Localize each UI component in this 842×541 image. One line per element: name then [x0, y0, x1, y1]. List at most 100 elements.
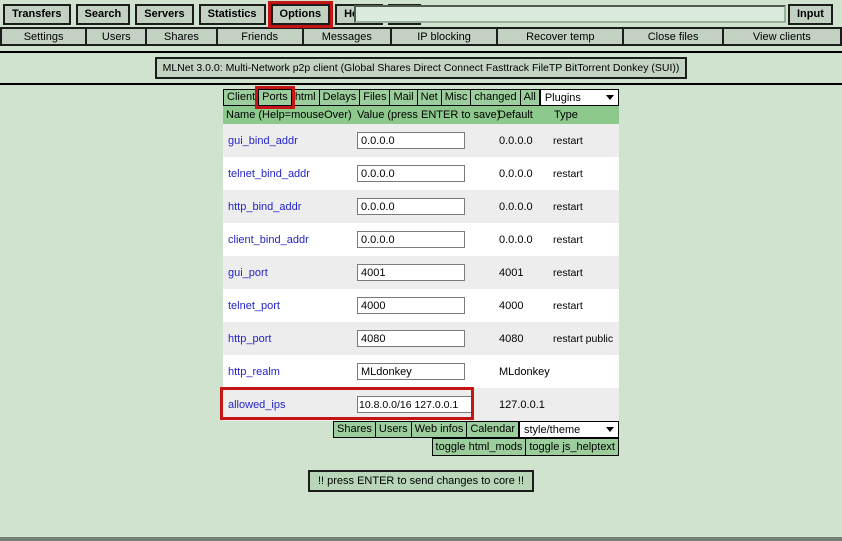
option-default-value: 4080	[495, 333, 551, 345]
toolbar: Settings Users Shares Friends Messages I…	[0, 27, 842, 46]
table-row: telnet_port 4000 restart	[223, 289, 619, 322]
press-enter-notice: !! press ENTER to send changes to core !…	[308, 470, 534, 492]
title-band: MLNet 3.0.0: Multi-Network p2p client (G…	[0, 53, 842, 83]
options-tab[interactable]: Client	[223, 89, 259, 106]
option-value-cell	[354, 396, 495, 413]
option-value-cell	[354, 264, 495, 281]
option-type: restart	[551, 300, 619, 312]
options-tab[interactable]: Delays	[319, 89, 361, 106]
divider	[0, 83, 842, 85]
option-value-input[interactable]	[357, 330, 465, 347]
option-name-link[interactable]: telnet_port	[223, 300, 354, 312]
option-name-link[interactable]: telnet_bind_addr	[223, 168, 354, 180]
toolbar-button[interactable]: Settings	[0, 27, 87, 46]
chevron-down-icon	[606, 427, 614, 432]
option-value-input[interactable]	[357, 198, 465, 215]
option-default-value: 4001	[495, 267, 551, 279]
option-name-link[interactable]: http_bind_addr	[223, 201, 354, 213]
column-header-default: Default	[495, 109, 551, 121]
option-default-value: MLdonkey	[495, 366, 551, 378]
option-value-cell	[354, 132, 495, 149]
options-tab-strip: Client Ports html Delays Files Mail Net …	[223, 89, 540, 106]
column-header-name: Name (Help=mouseOver)	[223, 109, 354, 121]
top-menu-button[interactable]: Servers	[135, 4, 193, 25]
table-row: client_bind_addr 0.0.0.0 restart	[223, 223, 619, 256]
option-value-input[interactable]	[357, 165, 465, 182]
option-default-value: 4000	[495, 300, 551, 312]
options-tab[interactable]: changed	[470, 89, 520, 106]
option-type: restart	[551, 234, 619, 246]
option-value-cell	[354, 198, 495, 215]
option-value-input[interactable]	[357, 264, 465, 281]
table-row: allowed_ips 127.0.0.1	[223, 388, 619, 421]
input-button[interactable]: Input	[788, 4, 833, 25]
plugins-select-value: Plugins	[545, 92, 581, 104]
option-name-link[interactable]: client_bind_addr	[223, 234, 354, 246]
notice-area: !! press ENTER to send changes to core !…	[0, 470, 842, 492]
option-type: restart public	[551, 333, 619, 345]
option-value-input[interactable]	[357, 396, 474, 413]
table-row: http_port 4080 restart public	[223, 322, 619, 355]
toolbar-button[interactable]: Shares	[145, 27, 217, 46]
option-value-cell	[354, 297, 495, 314]
toolbar-button[interactable]: Users	[85, 27, 147, 46]
table-row: http_bind_addr 0.0.0.0 restart	[223, 190, 619, 223]
options-tab[interactable]: Mail	[389, 89, 417, 106]
options-tab[interactable]: All	[520, 89, 540, 106]
table-row: telnet_bind_addr 0.0.0.0 restart	[223, 157, 619, 190]
top-menu-button[interactable]: Search	[76, 4, 131, 25]
toolbar-button[interactable]: Close files	[622, 27, 723, 46]
page-title: MLNet 3.0.0: Multi-Network p2p client (G…	[155, 57, 688, 79]
toolbar-button[interactable]: Friends	[216, 27, 304, 46]
top-menu-button[interactable]: Options	[271, 4, 331, 25]
options-tab[interactable]: Files	[359, 89, 390, 106]
option-value-cell	[354, 165, 495, 182]
command-input[interactable]	[354, 5, 786, 23]
option-name-link[interactable]: http_realm	[223, 366, 354, 378]
plugins-select[interactable]: Plugins	[540, 89, 619, 106]
option-value-input[interactable]	[357, 132, 465, 149]
options-table: gui_bind_addr 0.0.0.0 restart telnet_bin…	[223, 124, 619, 421]
toolbar-button[interactable]: IP blocking	[390, 27, 498, 46]
option-default-value: 0.0.0.0	[495, 168, 551, 180]
option-type: restart	[551, 267, 619, 279]
chevron-down-icon	[606, 95, 614, 100]
options-tab[interactable]: Ports	[258, 89, 292, 106]
option-value-input[interactable]	[357, 363, 465, 380]
top-menu-button[interactable]: Transfers	[3, 4, 71, 25]
option-value-cell	[354, 330, 495, 347]
options-tab[interactable]: Misc	[441, 89, 472, 106]
panel-toggle-row: toggle html_mods toggle js_helptext	[223, 438, 619, 456]
window-bottom-edge	[0, 537, 842, 541]
toolbar-button[interactable]: View clients	[722, 27, 842, 46]
style-theme-select[interactable]: style/theme	[519, 421, 619, 438]
options-panel: Client Ports html Delays Files Mail Net …	[223, 89, 619, 456]
footer-tab-button[interactable]: Users	[375, 421, 412, 438]
table-row: http_realm MLdonkey	[223, 355, 619, 388]
table-row: gui_port 4001 restart	[223, 256, 619, 289]
column-header-type: Type	[551, 109, 619, 121]
style-theme-select-value: style/theme	[524, 424, 580, 436]
option-name-link[interactable]: gui_bind_addr	[223, 135, 354, 147]
options-tab[interactable]: Net	[417, 89, 442, 106]
panel-footer-tabs: Shares Users Web infos Calendar style/th…	[223, 421, 619, 438]
toolbar-button[interactable]: Recover temp	[496, 27, 624, 46]
option-name-link[interactable]: http_port	[223, 333, 354, 345]
option-value-input[interactable]	[357, 297, 465, 314]
options-tab[interactable]: html	[291, 89, 320, 106]
toggle-button[interactable]: toggle js_helptext	[525, 438, 619, 456]
footer-tab-button[interactable]: Calendar	[466, 421, 519, 438]
option-value-input[interactable]	[357, 231, 465, 248]
options-tabs: Client Ports html Delays Files Mail Net …	[223, 89, 619, 106]
toggle-button[interactable]: toggle html_mods	[432, 438, 527, 456]
option-default-value: 0.0.0.0	[495, 135, 551, 147]
option-value-cell	[354, 363, 495, 380]
option-default-value: 0.0.0.0	[495, 234, 551, 246]
top-menu-button[interactable]: Statistics	[199, 4, 266, 25]
footer-tab-button[interactable]: Web infos	[411, 421, 468, 438]
option-name-link[interactable]: allowed_ips	[223, 399, 354, 411]
option-name-link[interactable]: gui_port	[223, 267, 354, 279]
footer-tab-button[interactable]: Shares	[333, 421, 376, 438]
toolbar-button[interactable]: Messages	[302, 27, 392, 46]
column-header-value: Value (press ENTER to save)	[354, 109, 495, 121]
